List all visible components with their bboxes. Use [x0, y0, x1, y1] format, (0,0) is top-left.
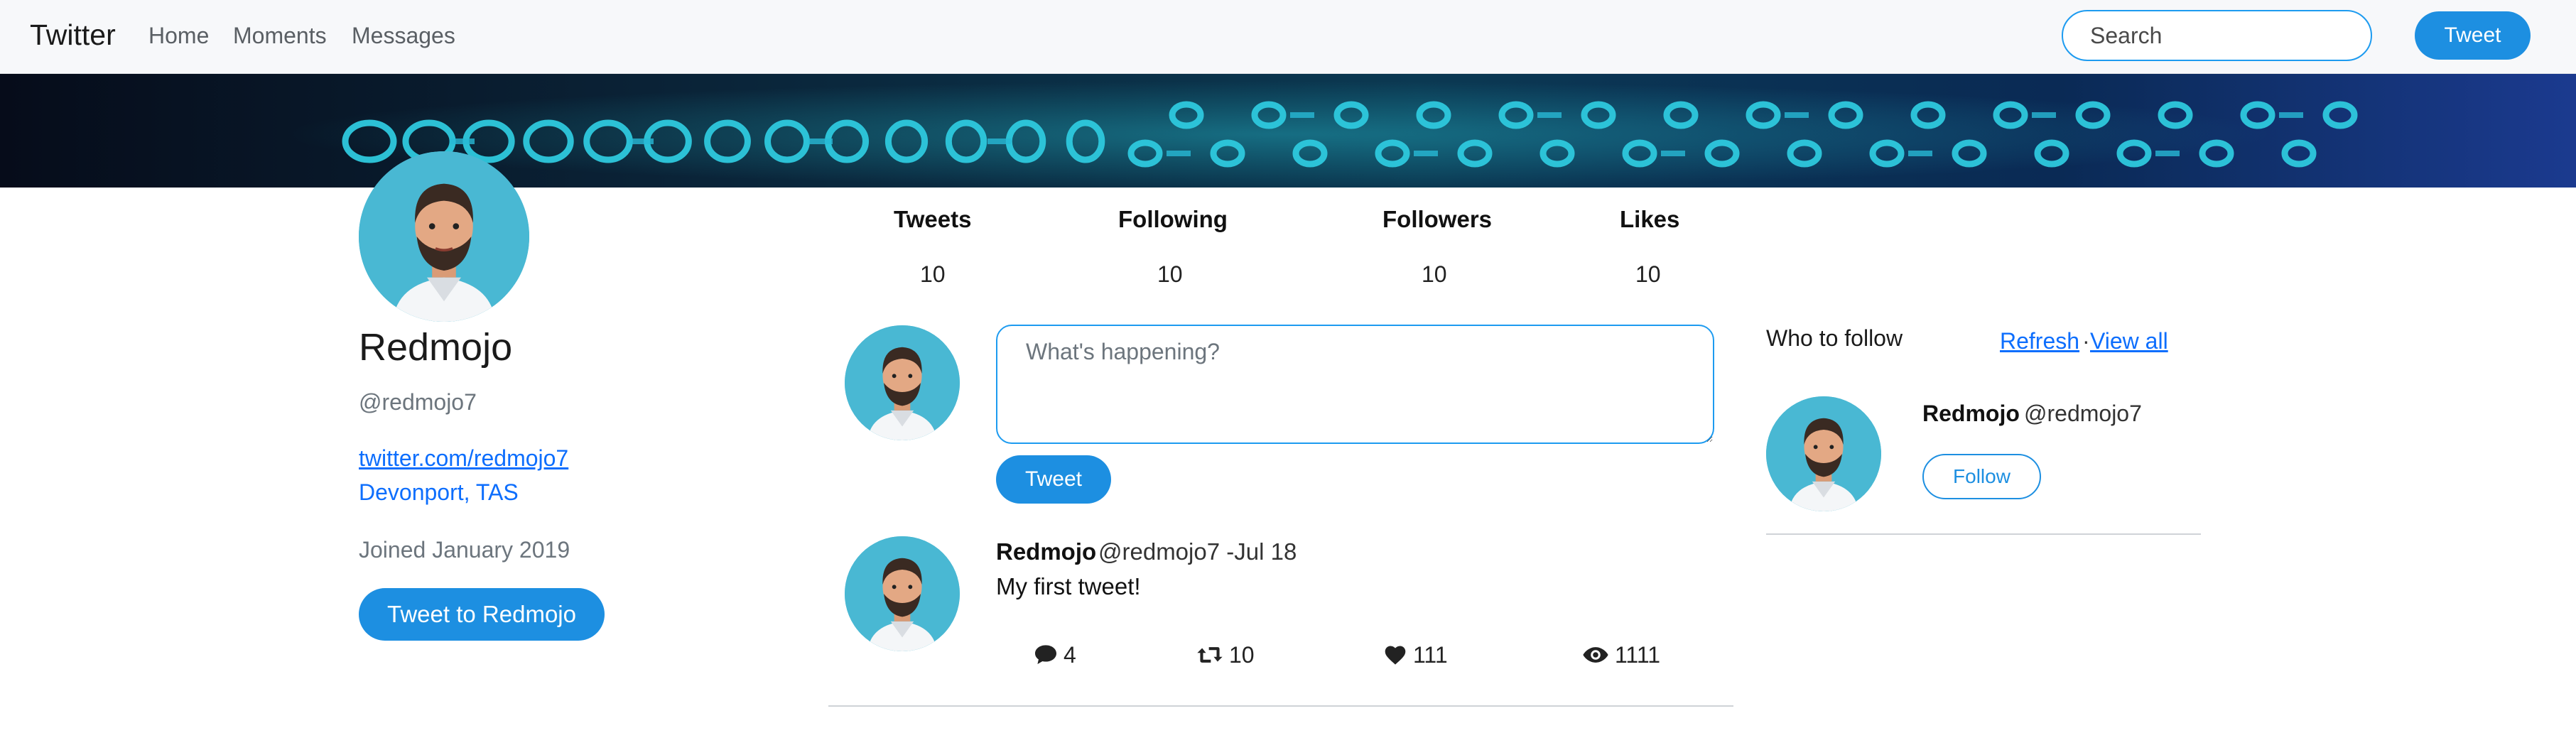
- banner-digit-dash: [1661, 151, 1685, 156]
- man-avatar-icon: [1766, 396, 1881, 511]
- comment-icon: [1035, 645, 1056, 664]
- views-action[interactable]: 1111: [1582, 639, 1660, 670]
- tweet-composer-input[interactable]: [996, 325, 1714, 444]
- tweet-divider: [828, 705, 1733, 707]
- stat-followers-value: 10: [1422, 261, 1447, 287]
- banner-digit-dash: [1537, 112, 1562, 118]
- profile-location: Devonport, TAS: [359, 479, 519, 505]
- brand-logo[interactable]: Twitter: [30, 18, 116, 52]
- tweet-to-user-button[interactable]: Tweet to Redmojo: [359, 588, 605, 641]
- follow-button[interactable]: Follow: [1922, 454, 2041, 499]
- suggestion-avatar[interactable]: [1766, 396, 1881, 511]
- like-action[interactable]: 111: [1383, 639, 1448, 670]
- banner-digit-dash: [1414, 151, 1438, 156]
- view-count: 1111: [1615, 641, 1661, 668]
- suggestion-divider: [1766, 533, 2201, 535]
- tweet-author-handle-date: @redmojo7 -Jul 18: [1098, 538, 1297, 565]
- suggestion-handle: @redmojo7: [2024, 401, 2142, 426]
- stat-tweets-label[interactable]: Tweets: [894, 206, 971, 233]
- nav-tweet-button[interactable]: Tweet: [2415, 11, 2531, 60]
- view-all-link[interactable]: View all: [2090, 328, 2168, 354]
- banner-digit-dash: [2032, 112, 2056, 118]
- profile-avatar[interactable]: [359, 151, 529, 322]
- tweet-author-avatar[interactable]: [845, 536, 960, 651]
- eye-icon: [1583, 647, 1608, 663]
- banner-digit-dash: [1785, 112, 1809, 118]
- reply-action[interactable]: 4: [1034, 639, 1076, 670]
- compose-tweet-button[interactable]: Tweet: [996, 455, 1111, 504]
- profile-joined-date: Joined January 2019: [359, 537, 570, 563]
- man-avatar-icon: [845, 536, 960, 651]
- retweet-count: 10: [1229, 641, 1255, 668]
- banner-digit-dash: [2155, 151, 2180, 156]
- composer-avatar: [845, 325, 960, 440]
- refresh-link[interactable]: Refresh: [2000, 328, 2079, 354]
- binary-pattern-banner-image: [284, 81, 2358, 188]
- reply-count: 4: [1064, 641, 1076, 668]
- top-navbar: Twitter Home Moments Messages Tweet: [0, 0, 2576, 74]
- like-count: 111: [1413, 641, 1448, 668]
- tweet-text: My first tweet!: [996, 573, 1141, 599]
- stat-following-label[interactable]: Following: [1118, 206, 1228, 233]
- suggestion-name[interactable]: Redmojo: [1922, 401, 2020, 427]
- banner-digit-zero: [2281, 139, 2317, 168]
- banner-digit-dash: [629, 139, 654, 144]
- banner-digit-dash: [808, 139, 833, 144]
- man-avatar-icon: [845, 325, 960, 440]
- heart-icon: [1385, 646, 1406, 665]
- nav-moments[interactable]: Moments: [233, 23, 327, 49]
- retweet-action[interactable]: 10: [1196, 639, 1255, 670]
- nav-home[interactable]: Home: [148, 23, 209, 49]
- nav-messages[interactable]: Messages: [352, 23, 455, 49]
- profile-banner: [0, 74, 2576, 188]
- retweet-icon: [1197, 647, 1223, 663]
- banner-digit-dash: [1167, 151, 1191, 156]
- search-input[interactable]: [2062, 10, 2372, 61]
- stat-tweets-value: 10: [920, 261, 946, 287]
- stat-likes-value: 10: [1635, 261, 1661, 287]
- profile-name: Redmojo: [359, 326, 513, 369]
- profile-handle: @redmojo7: [359, 389, 477, 415]
- man-avatar-icon: [359, 151, 529, 322]
- banner-digit-dash: [987, 139, 1012, 144]
- link-separator: ·: [2082, 328, 2090, 354]
- profile-website-link[interactable]: twitter.com/redmojo7: [359, 445, 568, 472]
- tweet-author-name[interactable]: Redmojo: [996, 538, 1096, 565]
- who-to-follow-title: Who to follow: [1766, 325, 1903, 351]
- banner-digit-dash: [1908, 151, 1932, 156]
- stat-likes-label[interactable]: Likes: [1620, 206, 1679, 233]
- stat-following-value: 10: [1157, 261, 1183, 287]
- banner-digit-zero: [2322, 101, 2358, 129]
- banner-digit-dash: [1290, 112, 1314, 118]
- banner-digit-dash: [2279, 112, 2303, 118]
- stat-followers-label[interactable]: Followers: [1382, 206, 1492, 233]
- banner-digit-dash: [450, 139, 475, 144]
